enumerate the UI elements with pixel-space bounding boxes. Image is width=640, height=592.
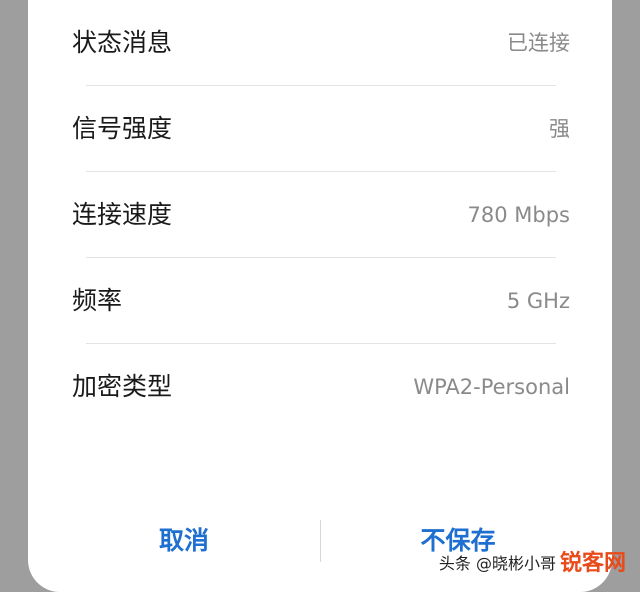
cancel-button[interactable]: 取消: [128, 518, 240, 564]
encryption-value: WPA2-Personal: [413, 375, 570, 399]
watermark-text: 头条 @晓彬小哥: [438, 554, 556, 573]
info-row-speed: 连接速度 780 Mbps: [28, 172, 612, 258]
speed-label: 连接速度: [72, 200, 173, 229]
watermark-logo: 锐客网: [559, 551, 626, 576]
watermark: 头条 @晓彬小哥 锐客网: [439, 548, 626, 580]
info-row-encryption: 加密类型 WPA2-Personal: [28, 344, 612, 430]
status-value: 已连接: [507, 31, 570, 55]
frequency-value: 5 GHz: [506, 289, 570, 313]
signal-label: 信号强度: [72, 114, 173, 143]
info-row-status: 状态消息 已连接: [28, 0, 612, 86]
info-row-signal: 信号强度 强: [28, 86, 612, 172]
info-row-frequency: 频率 5 GHz: [28, 258, 612, 344]
status-label: 状态消息: [72, 28, 173, 57]
signal-value: 强: [549, 117, 570, 141]
encryption-label: 加密类型: [72, 372, 173, 401]
speed-value: 780 Mbps: [467, 203, 570, 227]
info-list: 状态消息 已连接 信号强度 强 连接速度 780 Mbps 频率 5 GHz 加…: [28, 0, 612, 430]
frequency-label: 频率: [72, 286, 123, 315]
wifi-info-dialog: 状态消息 已连接 信号强度 强 连接速度 780 Mbps 频率 5 GHz 加…: [28, 0, 612, 592]
button-separator: [320, 520, 321, 562]
